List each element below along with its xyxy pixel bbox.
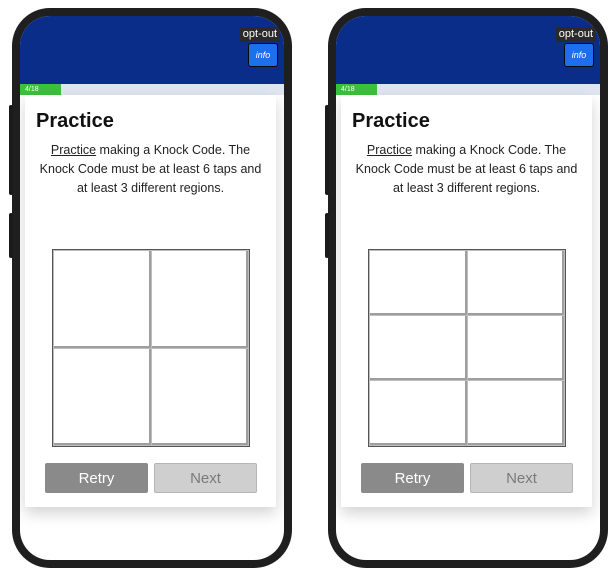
retry-button[interactable]: Retry (361, 463, 464, 493)
knock-region[interactable] (54, 251, 151, 348)
knock-region[interactable] (151, 348, 248, 445)
opt-out-button[interactable]: opt-out (555, 27, 596, 42)
info-button[interactable]: info (248, 43, 278, 67)
phone-screen-left: opt-out info 4/18 Practice Practice maki… (20, 16, 284, 560)
knock-region[interactable] (54, 348, 151, 445)
app-header: opt-out info (20, 16, 284, 84)
progress-fill: 4/18 (20, 84, 61, 95)
retry-button[interactable]: Retry (45, 463, 148, 493)
app-header: opt-out info (336, 16, 600, 84)
next-button[interactable]: Next (154, 463, 257, 493)
info-button[interactable]: info (564, 43, 594, 67)
opt-out-button[interactable]: opt-out (239, 27, 280, 42)
progress-bar: 4/18 (336, 84, 600, 95)
practice-link[interactable]: Practice (51, 143, 96, 157)
practice-card: Practice Practice making a Knock Code. T… (341, 95, 592, 507)
phone-screen-right: opt-out info 4/18 Practice Practice maki… (336, 16, 600, 560)
next-button[interactable]: Next (470, 463, 573, 493)
knock-region[interactable] (370, 381, 467, 445)
progress-fill: 4/18 (336, 84, 377, 95)
phone-frame-left: opt-out info 4/18 Practice Practice maki… (9, 8, 292, 568)
knock-code-grid (52, 249, 250, 447)
power-button (9, 213, 13, 258)
instructions-text: Practice making a Knock Code. The Knock … (33, 141, 268, 198)
volume-button (325, 105, 329, 195)
page-title: Practice (352, 110, 430, 132)
knock-region[interactable] (467, 381, 564, 445)
power-button (325, 213, 329, 258)
knock-region[interactable] (467, 251, 564, 315)
knock-region[interactable] (467, 316, 564, 380)
instructions-text: Practice making a Knock Code. The Knock … (349, 141, 584, 198)
knock-region[interactable] (370, 251, 467, 315)
knock-code-grid (368, 249, 566, 447)
practice-card: Practice Practice making a Knock Code. T… (25, 95, 276, 507)
knock-region[interactable] (151, 251, 248, 348)
page-title: Practice (36, 110, 114, 132)
practice-link[interactable]: Practice (367, 143, 412, 157)
progress-bar: 4/18 (20, 84, 284, 95)
phone-frame-right: opt-out info 4/18 Practice Practice maki… (325, 8, 608, 568)
knock-region[interactable] (370, 316, 467, 380)
volume-button (9, 105, 13, 195)
